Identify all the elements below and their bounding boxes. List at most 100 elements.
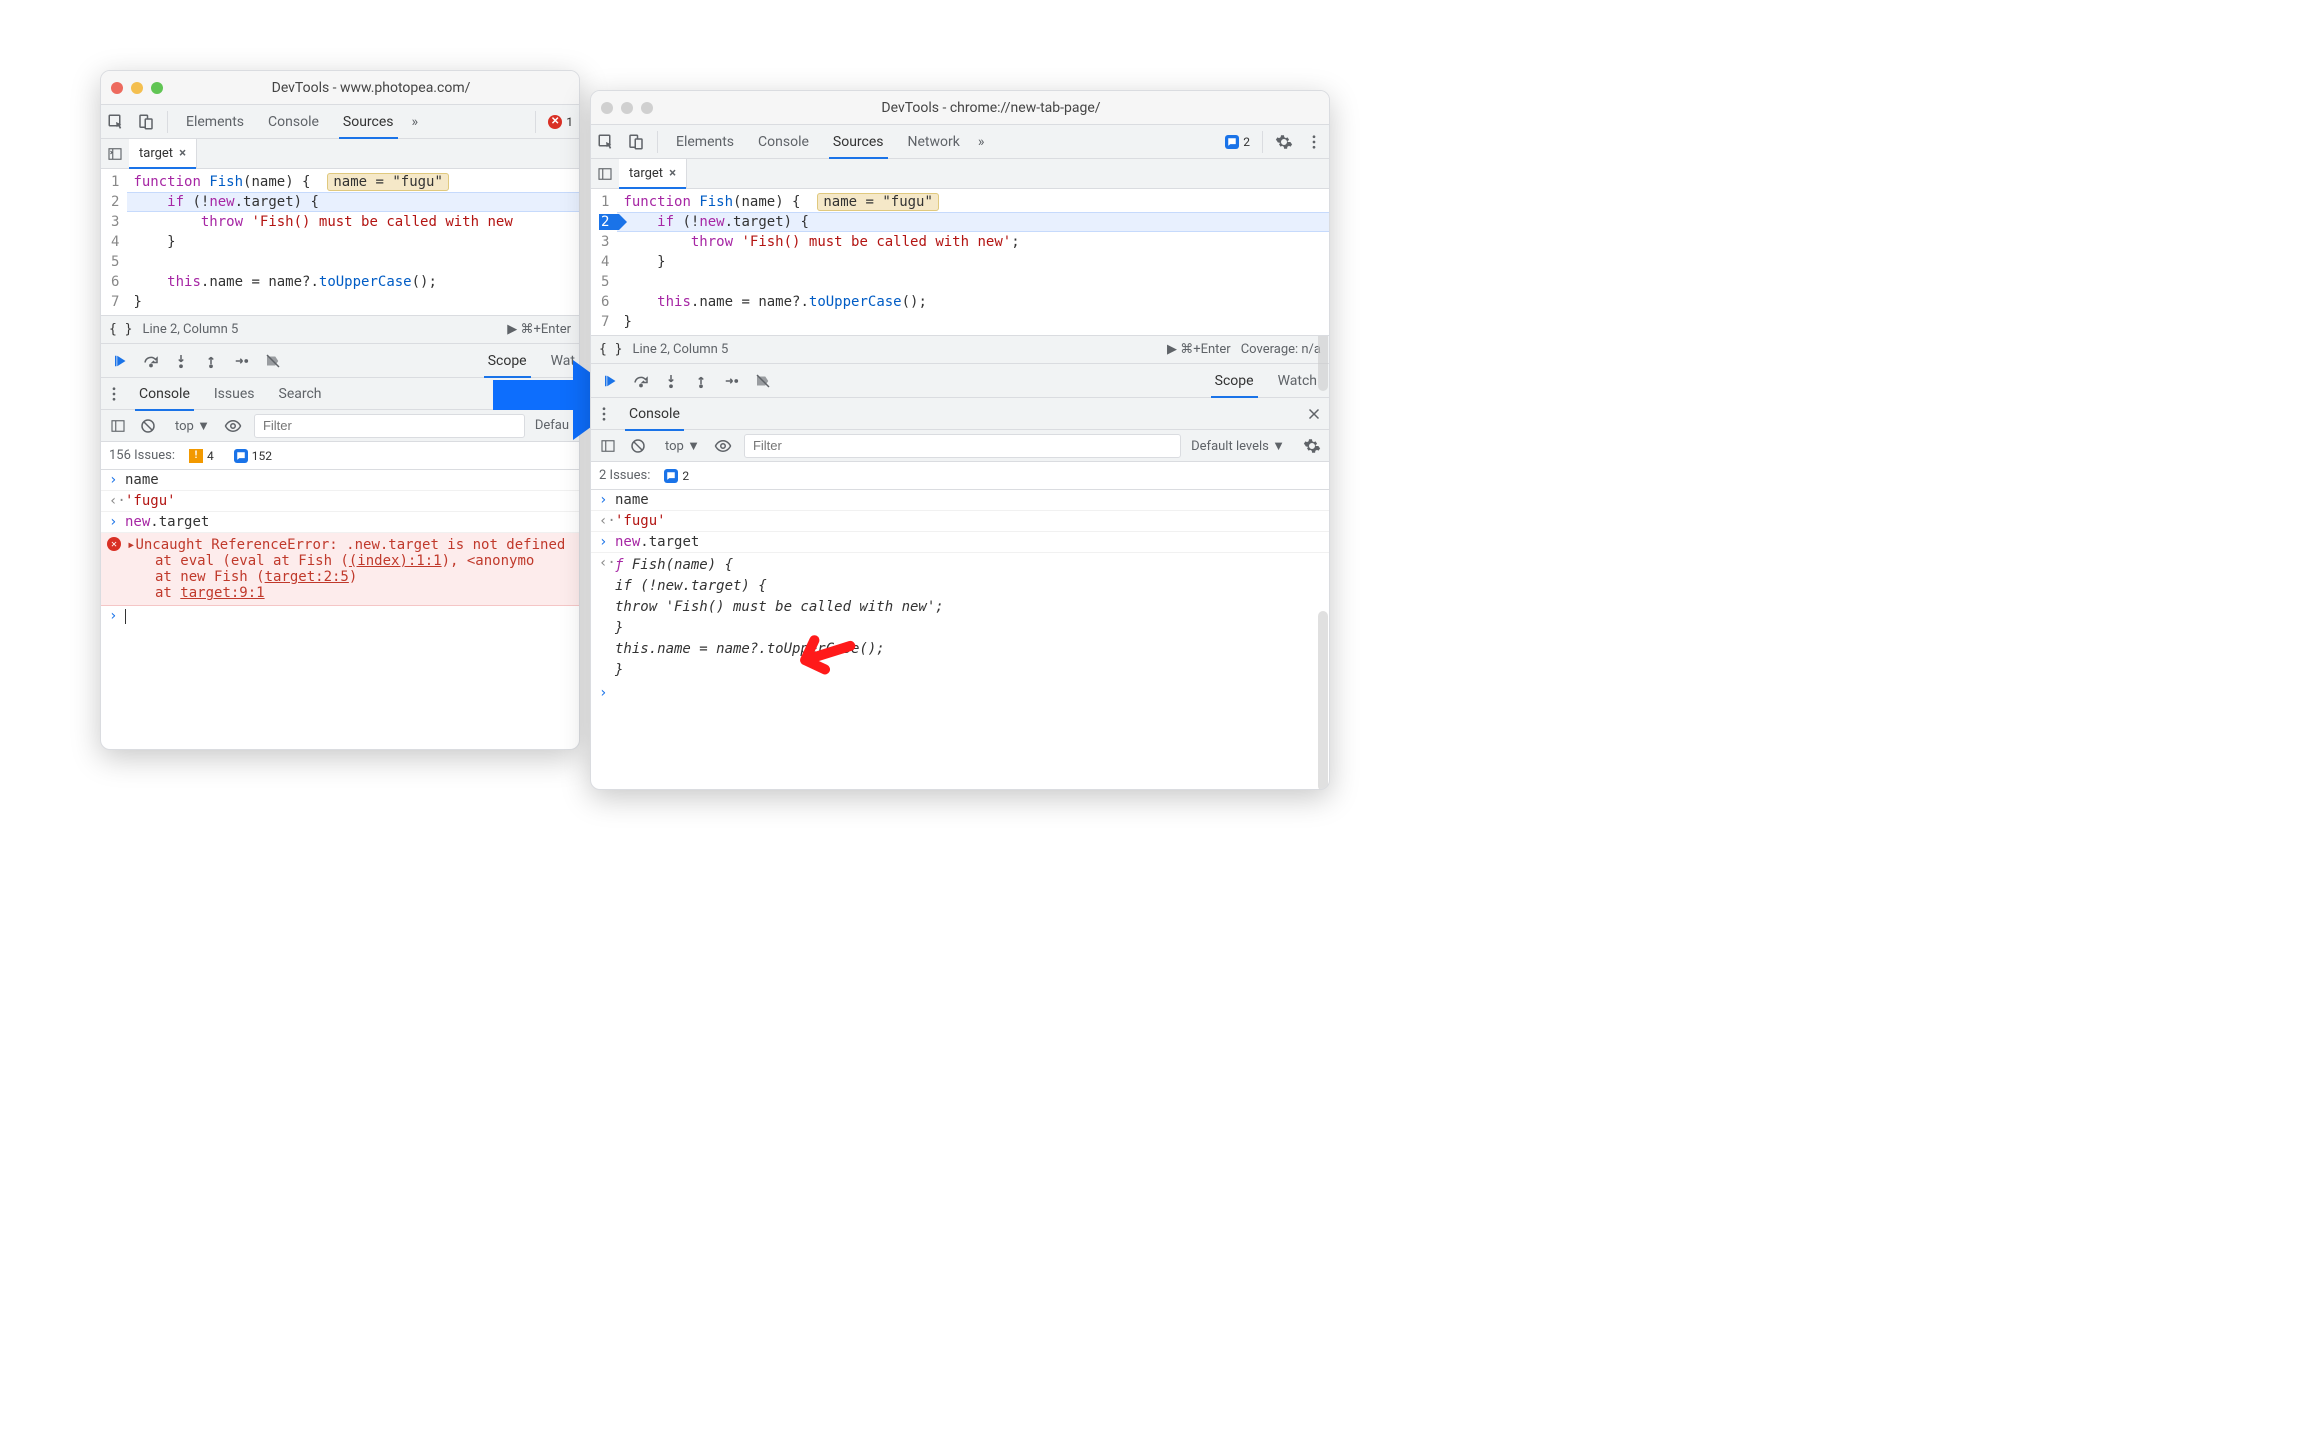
code-editor[interactable]: 1234567 function Fish(name) { name = "fu… (591, 189, 1329, 336)
file-tab-target[interactable]: target × (129, 139, 197, 168)
more-tabs-icon[interactable]: » (406, 114, 425, 130)
deactivate-breakpoints-icon[interactable] (259, 347, 287, 375)
resume-icon[interactable] (597, 367, 625, 395)
live-expression-icon[interactable] (710, 431, 736, 461)
main-toolbar: Elements Console Sources Network » 2 (591, 125, 1329, 159)
code-lines[interactable]: function Fish(name) { name = "fugu" if (… (127, 169, 579, 315)
drawer-tab-issues[interactable]: Issues (202, 377, 267, 411)
coverage-hint: Coverage: n/a (1241, 342, 1321, 357)
main-toolbar: Elements Console Sources » ✕1 (101, 105, 579, 139)
context-selector[interactable]: top ▼ (169, 418, 216, 434)
inspect-element-icon[interactable] (101, 107, 131, 137)
close-icon[interactable]: × (179, 146, 186, 161)
inline-value-hint: name = "fugu" (327, 173, 449, 191)
minimize-dot[interactable] (621, 102, 633, 114)
filter-input[interactable] (744, 434, 1181, 458)
step-out-icon[interactable] (197, 347, 225, 375)
device-toolbar-icon[interactable] (131, 107, 161, 137)
tab-network[interactable]: Network (896, 125, 972, 159)
input-caret-icon: › (109, 472, 125, 488)
zoom-dot[interactable] (641, 102, 653, 114)
drawer-tab-search[interactable]: Search (267, 377, 334, 411)
clear-console-icon[interactable] (135, 411, 161, 441)
console-sidebar-icon[interactable] (595, 431, 621, 461)
console-log[interactable]: ›name ‹·'fugu' ›new.target ✕ ▸Uncaught R… (101, 470, 579, 626)
clear-console-icon[interactable] (625, 431, 651, 461)
console-sidebar-icon[interactable] (105, 411, 131, 441)
step-out-icon[interactable] (687, 367, 715, 395)
tab-console[interactable]: Console (746, 125, 821, 159)
filter-input[interactable] (254, 414, 525, 438)
console-toolbar: top ▼ Default levels ▼ (591, 430, 1329, 462)
navigator-toggle-icon[interactable] (101, 139, 129, 169)
minimize-dot[interactable] (131, 82, 143, 94)
input-caret-icon: › (599, 534, 615, 550)
navigator-toggle-icon[interactable] (591, 159, 619, 189)
console-log[interactable]: ›name ‹·'fugu' ›new.target ‹· ƒ ƒ Fish(n… (591, 490, 1329, 703)
issues-badge[interactable]: 2 (1219, 135, 1256, 149)
error-icon: ✕ (107, 537, 121, 551)
drawer-tab-console[interactable]: Console (127, 377, 202, 411)
close-dot[interactable] (111, 82, 123, 94)
tab-elements[interactable]: Elements (664, 125, 746, 159)
zoom-dot[interactable] (151, 82, 163, 94)
window-titlebar[interactable]: DevTools - www.photopea.com/ (101, 71, 579, 105)
drawer-menu-icon[interactable] (101, 379, 127, 409)
stack-link[interactable]: (index):1:1 (349, 553, 442, 569)
stack-link[interactable]: target:9:1 (180, 585, 264, 601)
run-hint: ▶ ⌘+Enter (507, 322, 571, 337)
input-caret-icon: › (599, 492, 615, 508)
scrollbar[interactable] (1318, 611, 1328, 790)
inspect-element-icon[interactable] (591, 127, 621, 157)
more-tabs-icon[interactable]: » (972, 134, 991, 150)
error-message[interactable]: ✕ ▸Uncaught ReferenceError: .new.target … (101, 533, 579, 606)
tab-scope[interactable]: Scope (1203, 364, 1266, 398)
file-tab-target[interactable]: target × (619, 159, 687, 188)
console-prompt[interactable]: › (101, 606, 579, 626)
traffic-lights[interactable] (111, 82, 163, 94)
tab-sources[interactable]: Sources (821, 125, 896, 159)
error-badge[interactable]: ✕1 (542, 115, 579, 129)
log-levels-selector[interactable]: Default levels ▼ (1185, 438, 1291, 454)
deactivate-breakpoints-icon[interactable] (749, 367, 777, 395)
step-icon[interactable] (227, 347, 255, 375)
debugger-toolbar: Scope Watch (591, 364, 1329, 398)
code-editor[interactable]: 1234567 function Fish(name) { name = "fu… (101, 169, 579, 316)
step-into-icon[interactable] (657, 367, 685, 395)
device-toolbar-icon[interactable] (621, 127, 651, 157)
issues-bar[interactable]: 2 Issues: 2 (591, 462, 1329, 490)
step-over-icon[interactable] (137, 347, 165, 375)
input-caret-icon: › (109, 514, 125, 530)
drawer-tab-console[interactable]: Console (617, 397, 692, 431)
line-gutter[interactable]: 1234567 (591, 189, 617, 335)
issues-bar[interactable]: 156 Issues: !4 152 (101, 442, 579, 470)
step-icon[interactable] (717, 367, 745, 395)
step-over-icon[interactable] (627, 367, 655, 395)
function-dump[interactable]: ƒ ƒ Fish(name) {Fish(name) { if (!new.ta… (615, 555, 944, 681)
close-icon[interactable]: × (669, 166, 676, 181)
stack-link[interactable]: target:2:5 (265, 569, 349, 585)
line-gutter[interactable]: 1234567 (101, 169, 127, 315)
code-lines[interactable]: function Fish(name) { name = "fugu" if (… (617, 189, 1329, 335)
console-prompt[interactable]: › (591, 683, 1329, 703)
tab-sources[interactable]: Sources (331, 105, 406, 139)
window-titlebar[interactable]: DevTools - chrome://new-tab-page/ (591, 91, 1329, 125)
settings-icon[interactable] (1269, 127, 1299, 157)
traffic-lights[interactable] (601, 102, 653, 114)
console-settings-icon[interactable] (1299, 431, 1325, 461)
live-expression-icon[interactable] (220, 411, 246, 441)
more-menu-icon[interactable] (1299, 127, 1329, 157)
run-hint: ▶ ⌘+Enter (1167, 342, 1231, 357)
output-caret-icon: ‹· (599, 513, 615, 529)
pretty-print-icon[interactable]: { } (109, 322, 132, 337)
drawer-menu-icon[interactable] (591, 399, 617, 429)
context-selector[interactable]: top ▼ (659, 438, 706, 454)
tab-console[interactable]: Console (256, 105, 331, 139)
resume-icon[interactable] (107, 347, 135, 375)
close-drawer-icon[interactable] (1299, 399, 1329, 429)
editor-statusbar: { } Line 2, Column 5 ▶ ⌘+Enter Coverage:… (591, 336, 1329, 364)
pretty-print-icon[interactable]: { } (599, 342, 622, 357)
tab-elements[interactable]: Elements (174, 105, 256, 139)
step-into-icon[interactable] (167, 347, 195, 375)
close-dot[interactable] (601, 102, 613, 114)
